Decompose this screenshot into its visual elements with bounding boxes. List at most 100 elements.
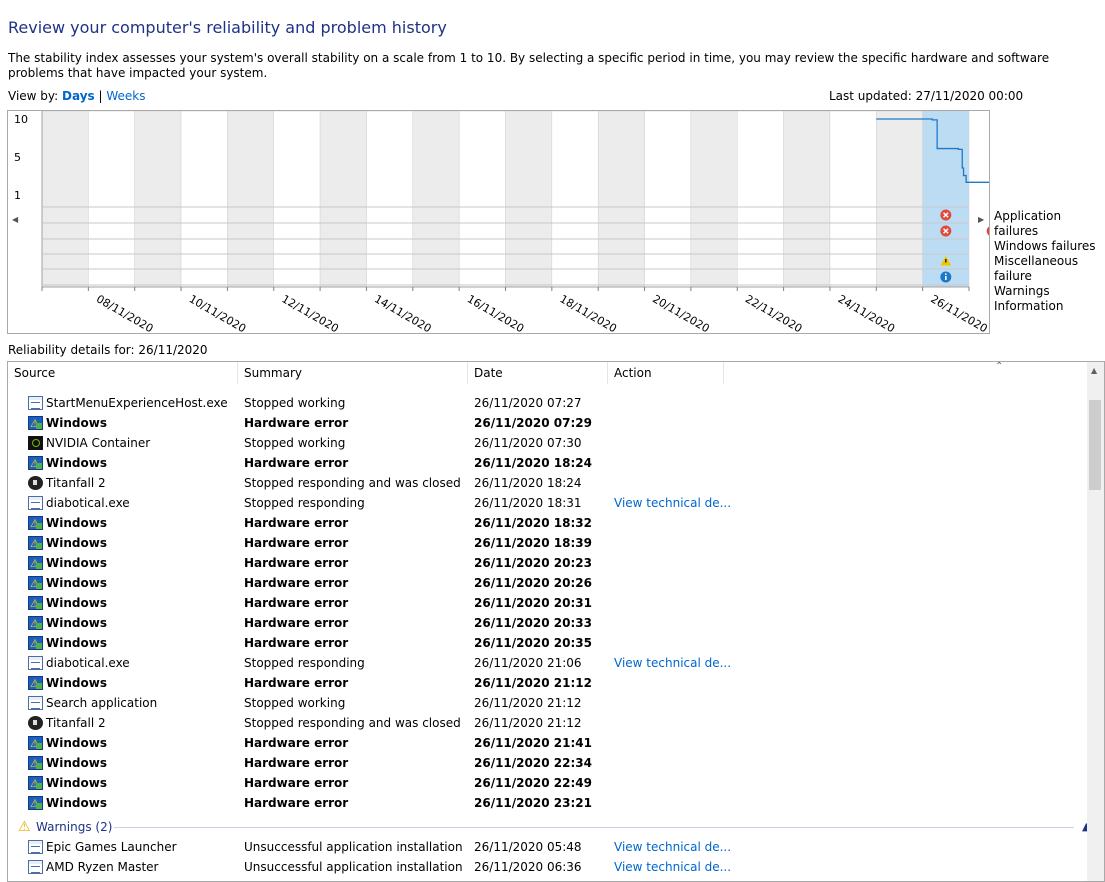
- chart-scroll-left-icon[interactable]: ◀: [12, 215, 18, 224]
- view-by-label: View by:: [8, 89, 59, 103]
- legend-miscellaneous-failure: Miscellaneous failure: [994, 254, 1079, 283]
- column-header-date[interactable]: Date ⌃: [468, 362, 1003, 384]
- day-column: [737, 111, 784, 288]
- warnings-group-label: Warnings (2): [36, 820, 113, 834]
- x-tick-label: 16/11/2020: [465, 292, 526, 333]
- table-row[interactable]: Windows Hardware error 26/11/2020 20:33: [8, 613, 1088, 634]
- x-tick-label: 24/11/2020: [836, 292, 897, 333]
- row-summary: Hardware error: [244, 636, 349, 650]
- scroll-up-icon[interactable]: ▲: [1091, 366, 1097, 375]
- table-row[interactable]: Windows Hardware error 26/11/2020 21:12: [8, 673, 1088, 694]
- row-date: 26/11/2020 18:24: [474, 476, 582, 490]
- row-source: diabotical.exe: [46, 656, 130, 670]
- table-row[interactable]: Windows Hardware error 26/11/2020 23:21: [8, 793, 1088, 814]
- table-row[interactable]: Windows Hardware error 26/11/2020 18:39: [8, 533, 1088, 554]
- table-row[interactable]: AMD Ryzen Master Unsuccessful application…: [8, 857, 1088, 877]
- sort-ascending-icon: ⌃: [995, 361, 1004, 372]
- column-header-action[interactable]: Action: [608, 362, 724, 384]
- view-days-link[interactable]: Days: [62, 89, 95, 103]
- table-row[interactable]: diabotical.exe Stopped responding 26/11/20…: [8, 653, 1088, 673]
- table-row[interactable]: Windows Hardware error 26/11/2020 22:49: [8, 773, 1088, 794]
- row-date: 26/11/2020 20:35: [474, 636, 592, 650]
- table-row[interactable]: NVIDIA Container Stopped working 26/11/202…: [8, 433, 1088, 453]
- column-header-date-label: Date: [474, 366, 503, 380]
- x-tick-label: 20/11/2020: [650, 292, 711, 333]
- table-row[interactable]: Windows Hardware error 26/11/2020 18:24: [8, 453, 1088, 474]
- table-row[interactable]: Epic Games Launcher Unsuccessful applicat…: [8, 837, 1088, 857]
- day-column: [88, 111, 135, 288]
- table-row[interactable]: Titanfall 2 Stopped responding and was cl…: [8, 473, 1088, 493]
- reliability-chart-svg[interactable]: 10 5 1 08/11/2020 10/11/2020 12/11/2020 14/11/…: [8, 111, 989, 333]
- row-source: Titanfall 2: [46, 476, 106, 490]
- table-row[interactable]: Windows Hardware error 26/11/2020 22:34: [8, 753, 1088, 774]
- row-source: StartMenuExperienceHost.exe: [46, 396, 228, 410]
- row-summary: Hardware error: [244, 416, 349, 430]
- reliability-details-list[interactable]: Source Summary Date ⌃ Action StartMenuEx…: [7, 361, 1105, 882]
- row-summary: Hardware error: [244, 576, 349, 590]
- day-column: [551, 111, 599, 288]
- row-date: 26/11/2020 23:21: [474, 796, 592, 810]
- table-row[interactable]: Windows Hardware error 26/11/2020 18:32: [8, 513, 1088, 534]
- view-technical-details-link[interactable]: View technical de...: [614, 857, 731, 877]
- app-icon: [28, 656, 43, 670]
- reliability-details-for: Reliability details for: 26/11/2020: [8, 343, 208, 357]
- column-header-summary[interactable]: Summary: [238, 362, 468, 384]
- legend-warnings: Warnings: [994, 284, 1050, 298]
- row-date: 26/11/2020 07:27: [474, 396, 582, 410]
- legend-information: Information: [994, 299, 1064, 313]
- column-header-source[interactable]: Source: [8, 362, 238, 384]
- row-source: Windows: [46, 636, 107, 650]
- day-column: [783, 111, 831, 288]
- x-tick-label: 22/11/2020: [743, 292, 804, 333]
- table-row[interactable]: Windows Hardware error 26/11/2020 20:26: [8, 573, 1088, 594]
- view-technical-details-link[interactable]: View technical de...: [614, 653, 731, 673]
- view-by: View by: Days | Weeks: [8, 89, 146, 103]
- windows-icon: [28, 794, 43, 814]
- error-icon: [986, 226, 989, 236]
- vertical-scrollbar[interactable]: ▲: [1087, 362, 1104, 881]
- view-technical-details-link[interactable]: View technical de...: [614, 493, 731, 513]
- warnings-group-header[interactable]: ⚠ Warnings (2) ▲: [18, 817, 1098, 837]
- day-column: [597, 111, 645, 288]
- row-source: diabotical.exe: [46, 496, 130, 510]
- view-weeks-link[interactable]: Weeks: [106, 89, 145, 103]
- row-source: Windows: [46, 756, 107, 770]
- row-source: Windows: [46, 616, 107, 630]
- table-row[interactable]: Titanfall 2 Stopped responding and was cl…: [8, 713, 1088, 733]
- row-date: 26/11/2020 20:23: [474, 556, 592, 570]
- row-summary: Hardware error: [244, 596, 349, 610]
- table-row[interactable]: Windows Hardware error 26/11/2020 20:23: [8, 553, 1088, 574]
- row-summary: Unsuccessful application installation: [244, 860, 463, 874]
- row-summary: Stopped working: [244, 696, 346, 710]
- table-row[interactable]: Windows Hardware error 26/11/2020 20:31: [8, 593, 1088, 614]
- row-summary: Hardware error: [244, 516, 349, 530]
- windows-icon: [28, 414, 43, 434]
- day-column: [458, 111, 506, 288]
- table-row[interactable]: Windows Hardware error 26/11/2020 07:29: [8, 413, 1088, 434]
- day-column: [366, 111, 414, 288]
- windows-icon: [28, 674, 43, 694]
- reliability-chart[interactable]: 10 5 1 08/11/2020 10/11/2020 12/11/2020 14/11/…: [7, 110, 990, 334]
- table-row[interactable]: Search application Stopped working 26/11/2…: [8, 693, 1088, 713]
- view-technical-details-link[interactable]: View technical de...: [614, 837, 731, 857]
- app-icon: [28, 696, 43, 710]
- table-row[interactable]: diabotical.exe Stopped responding 26/11/20…: [8, 493, 1088, 513]
- row-source: Windows: [46, 776, 107, 790]
- table-row[interactable]: Windows Hardware error 26/11/2020 21:41: [8, 733, 1088, 754]
- day-column: [227, 111, 274, 288]
- row-source: Windows: [46, 576, 107, 590]
- table-row[interactable]: StartMenuExperienceHost.exe Stopped worki…: [8, 393, 1088, 413]
- day-column: [134, 111, 182, 288]
- row-date: 26/11/2020 22:49: [474, 776, 592, 790]
- windows-icon: [28, 614, 43, 634]
- row-date: 26/11/2020 21:12: [474, 716, 582, 730]
- row-date: 26/11/2020 20:26: [474, 576, 592, 590]
- row-summary: Hardware error: [244, 616, 349, 630]
- row-source: Search application: [46, 696, 158, 710]
- scrollbar-thumb[interactable]: [1089, 400, 1101, 490]
- chart-scroll-right-icon[interactable]: ▶: [978, 215, 984, 224]
- table-row[interactable]: Windows Hardware error 26/11/2020 20:35: [8, 633, 1088, 654]
- row-summary: Hardware error: [244, 456, 349, 470]
- windows-icon: [28, 554, 43, 574]
- row-date: 26/11/2020 07:30: [474, 436, 582, 450]
